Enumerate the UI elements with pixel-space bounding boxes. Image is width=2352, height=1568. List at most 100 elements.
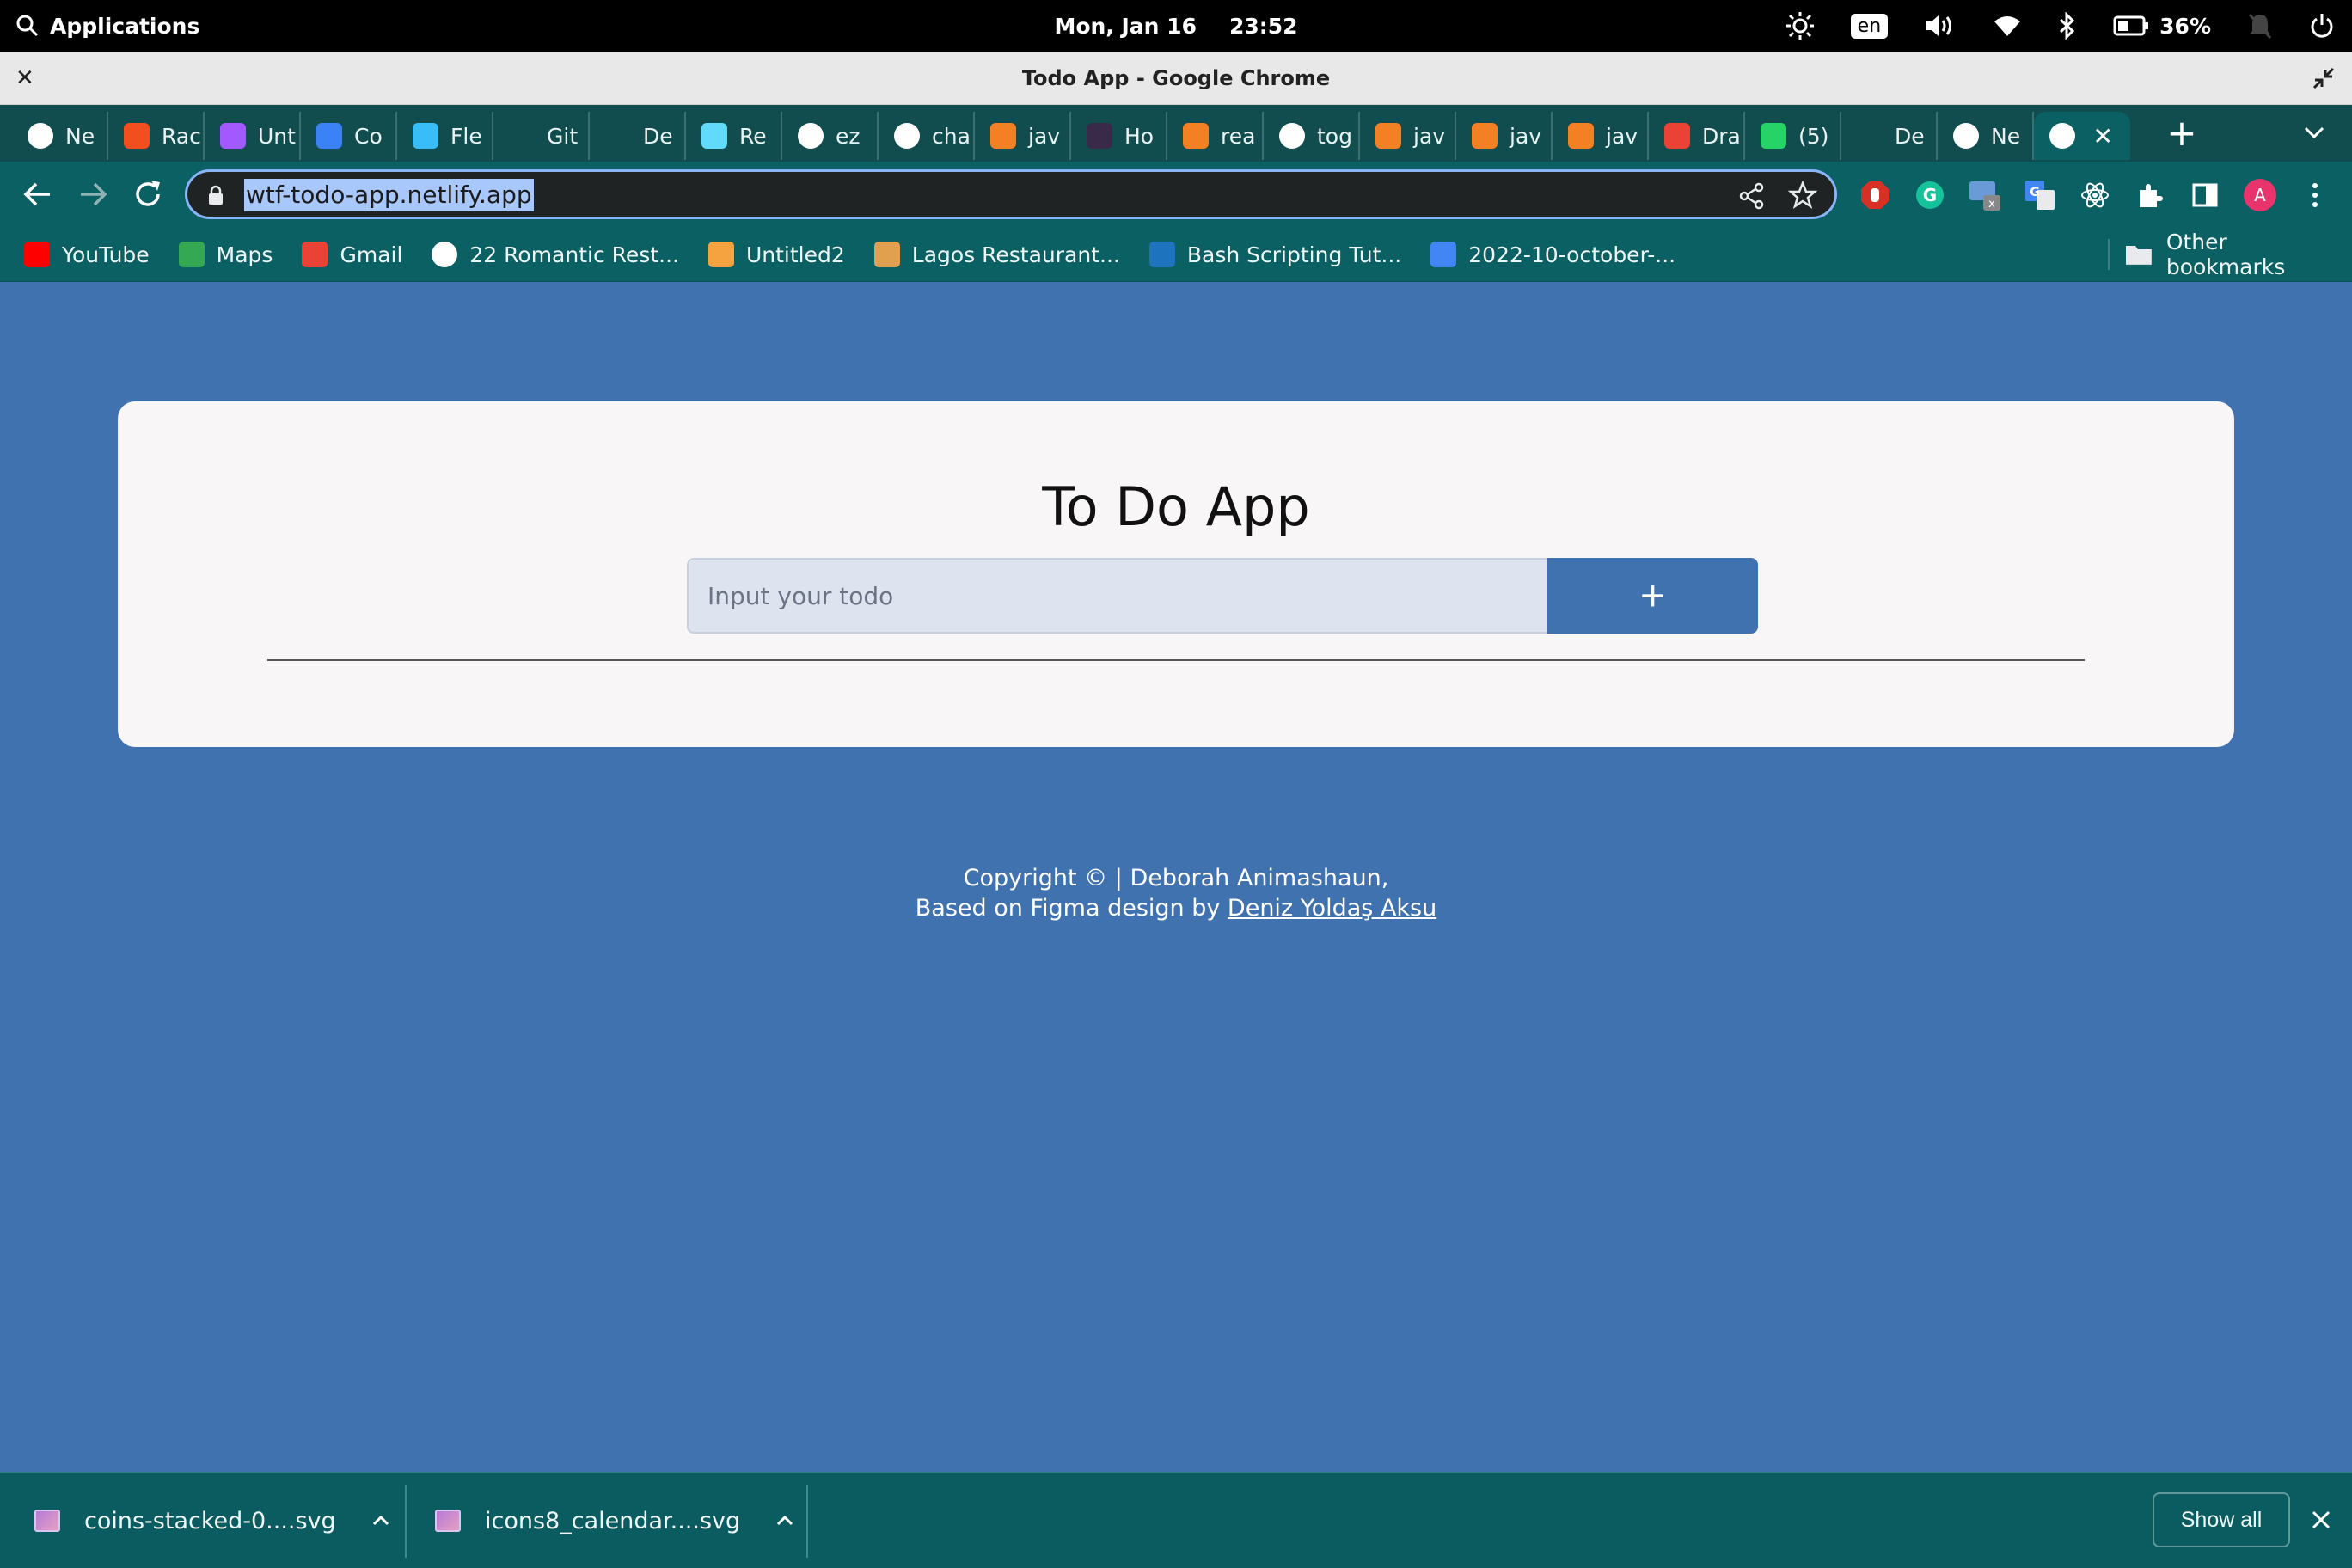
window-restore-icon[interactable] xyxy=(2311,65,2337,91)
active-tab[interactable]: ✕ xyxy=(2034,112,2130,160)
browser-tab[interactable]: Unt xyxy=(205,112,301,160)
language-indicator[interactable]: en xyxy=(1850,13,1889,39)
bookmark-label: Untitled2 xyxy=(745,242,845,267)
credit-prefix: Based on Figma design by xyxy=(915,895,1228,922)
extensions-puzzle-icon[interactable] xyxy=(2132,177,2168,213)
stackoverflow-icon xyxy=(1375,123,1401,149)
bookmark-star-icon[interactable] xyxy=(1788,181,1817,210)
browser-tab[interactable]: tog xyxy=(1264,112,1360,160)
tab-search-chevron-icon[interactable] xyxy=(2299,117,2330,148)
tab-title: Ne xyxy=(1991,123,2021,149)
browser-tab[interactable]: Ne xyxy=(1938,112,2034,160)
address-bar[interactable]: wtf-todo-app.netlify.app xyxy=(185,169,1837,219)
system-tray[interactable]: en 36% xyxy=(1785,0,2335,52)
screen-capture-extension-icon[interactable]: x xyxy=(1967,177,2003,213)
browser-tab[interactable]: Fle xyxy=(397,112,493,160)
todo-input[interactable] xyxy=(687,558,1550,634)
date-label: Mon, Jan 16 xyxy=(1054,13,1197,39)
tab-title: ez xyxy=(836,123,861,149)
browser-tab[interactable]: De xyxy=(590,112,686,160)
bookmarks-divider xyxy=(2108,239,2110,270)
new-tab-button[interactable]: + xyxy=(2162,113,2202,153)
tab-title: cha xyxy=(932,123,971,149)
share-icon[interactable] xyxy=(1738,182,1766,210)
chevron-up-icon[interactable] xyxy=(775,1510,795,1531)
react-devtools-extension-icon[interactable] xyxy=(2077,177,2113,213)
notifications-off-icon xyxy=(2248,14,2272,39)
browser-tab[interactable]: rea xyxy=(1167,112,1264,160)
tab-title: jav xyxy=(1606,123,1638,149)
browser-tab[interactable]: jav xyxy=(1553,112,1649,160)
browser-tab[interactable]: Re xyxy=(686,112,782,160)
tab-close-icon[interactable]: ✕ xyxy=(2093,122,2113,150)
browser-tab[interactable]: jav xyxy=(975,112,1071,160)
bookmark-item[interactable]: Maps xyxy=(178,242,273,267)
tailwind-icon xyxy=(413,123,438,149)
night-light-icon xyxy=(1785,12,1814,40)
close-shelf-icon[interactable] xyxy=(2309,1508,2333,1532)
download-item[interactable]: icons8_calendar....svg xyxy=(435,1473,795,1568)
lock-icon[interactable] xyxy=(206,185,225,205)
bookmark-item[interactable]: YouTube xyxy=(24,242,150,267)
download-item[interactable]: coins-stacked-0....svg xyxy=(34,1473,391,1568)
react-icon xyxy=(701,123,727,149)
browser-tab[interactable]: Dra xyxy=(1649,112,1745,160)
other-bookmarks[interactable]: Other bookmarks xyxy=(2125,227,2352,282)
grammarly-extension-icon[interactable]: G xyxy=(1912,177,1948,213)
bookmark-item[interactable]: 22 Romantic Rest... xyxy=(432,242,679,267)
credit-line: Based on Figma design by Deniz Yoldaş Ak… xyxy=(0,893,2352,923)
chrome-menu-icon[interactable] xyxy=(2297,177,2333,213)
chevron-up-icon[interactable] xyxy=(371,1510,391,1531)
bookmark-label: Gmail xyxy=(340,242,403,267)
tab-title: De xyxy=(1895,123,1925,149)
lc-icon xyxy=(1148,242,1175,267)
google-translate-extension-icon[interactable]: G xyxy=(2022,177,2058,213)
browser-tab[interactable]: Ne xyxy=(12,112,108,160)
whatsapp-icon xyxy=(1761,123,1786,149)
browser-tab[interactable]: jav xyxy=(1456,112,1553,160)
bookmark-item[interactable]: Lagos Restaurant... xyxy=(873,242,1120,267)
globe-icon xyxy=(432,242,458,267)
profile-avatar[interactable]: A xyxy=(2242,177,2278,213)
repo-icon xyxy=(316,123,342,149)
back-icon[interactable] xyxy=(21,177,55,211)
bookmark-item[interactable]: Bash Scripting Tut... xyxy=(1148,242,1401,267)
todo-list-divider xyxy=(267,659,2085,661)
browser-tab[interactable]: Co xyxy=(301,112,397,160)
hourglass-icon xyxy=(707,242,734,267)
svg-text:G: G xyxy=(1923,185,1937,205)
show-all-downloads-button[interactable]: Show all xyxy=(2153,1492,2290,1547)
svg-text:G: G xyxy=(2030,186,2040,199)
browser-tab[interactable]: De xyxy=(1841,112,1938,160)
globe-icon xyxy=(798,123,824,149)
download-shelf: coins-stacked-0....svg icons8_calendar..… xyxy=(0,1472,2352,1568)
tab-strip: Ne Rac Unt Co Fle Git De Re ez cha jav Ho rea tog jav j… xyxy=(0,105,2352,162)
browser-tab[interactable]: Rac xyxy=(108,112,205,160)
todo-card: To Do App + xyxy=(118,401,2234,747)
side-panel-icon[interactable] xyxy=(2187,177,2223,213)
browser-tab[interactable]: cha xyxy=(879,112,975,160)
google-icon xyxy=(894,123,920,149)
browser-tab[interactable]: Ho xyxy=(1071,112,1167,160)
maps-icon xyxy=(178,242,205,267)
page-viewport: To Do App + Copyright © | Deborah Animas… xyxy=(0,282,2352,1472)
add-todo-button[interactable]: + xyxy=(1547,558,1758,634)
power-icon xyxy=(2311,14,2333,38)
tab-title: Dra xyxy=(1702,123,1741,149)
browser-tab[interactable]: Git xyxy=(493,112,590,160)
image-file-icon xyxy=(34,1510,60,1532)
other-bookmarks-label: Other bookmarks xyxy=(2165,230,2286,279)
url-text[interactable]: wtf-todo-app.netlify.app xyxy=(244,179,534,211)
bookmark-item[interactable]: Untitled2 xyxy=(707,242,845,267)
browser-tab[interactable]: jav xyxy=(1360,112,1456,160)
browser-tab[interactable]: (5) xyxy=(1745,112,1841,160)
bookmark-item[interactable]: 2022-10-october-... xyxy=(1430,242,1675,267)
adblock-extension-icon[interactable] xyxy=(1857,177,1893,213)
tab-title: Fle xyxy=(450,123,482,149)
designer-link[interactable]: Deniz Yoldaş Aksu xyxy=(1228,895,1436,922)
bookmark-item[interactable]: Gmail xyxy=(302,242,402,267)
reload-icon[interactable] xyxy=(131,177,165,211)
browser-tab[interactable]: ez xyxy=(782,112,879,160)
forward-icon[interactable] xyxy=(76,177,110,211)
tab-title: Rac xyxy=(162,123,201,149)
